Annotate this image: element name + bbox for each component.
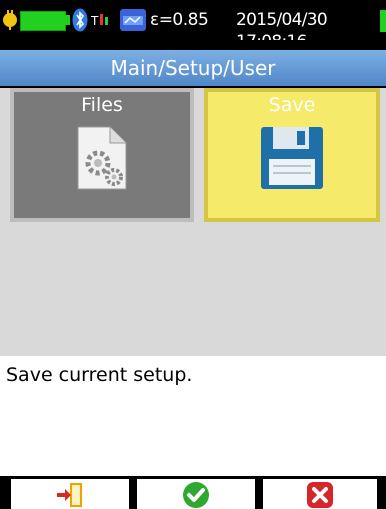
- bluetooth-icon: [72, 8, 88, 32]
- page-title: Main/Setup/User: [0, 50, 386, 86]
- files-tile[interactable]: Files: [10, 88, 194, 222]
- files-tile-label: Files: [81, 94, 123, 116]
- softkey-bar: [0, 476, 386, 509]
- cancel-button[interactable]: [263, 479, 377, 509]
- exit-door-icon: [57, 483, 82, 507]
- ok-button[interactable]: [137, 479, 255, 509]
- ir-sensor-icon: [120, 9, 146, 31]
- floppy-disk-icon: [261, 127, 323, 189]
- power-plug-icon: [3, 10, 17, 30]
- files-gear-icon: [77, 126, 127, 190]
- title-bar: Main/Setup/User: [0, 40, 386, 88]
- save-tile-label: Save: [268, 94, 316, 116]
- description-panel: Save current setup.: [0, 356, 386, 476]
- cross-icon: [307, 482, 333, 508]
- description-text: Save current setup.: [6, 364, 193, 386]
- save-tile[interactable]: Save: [204, 88, 380, 222]
- svg-text:T: T: [91, 14, 99, 28]
- battery-tip: [65, 15, 70, 25]
- battery-icon: [20, 11, 66, 31]
- emissivity-value: ε=0.85: [150, 10, 209, 30]
- check-icon: [183, 482, 209, 508]
- menu-area: Files Save: [0, 88, 386, 356]
- status-bar: T ε=0.85 2015/04/30 17:08:16: [0, 0, 386, 52]
- exit-button[interactable]: [11, 479, 129, 509]
- status-indicator: [380, 10, 386, 32]
- thermometer-icon: T: [90, 11, 119, 29]
